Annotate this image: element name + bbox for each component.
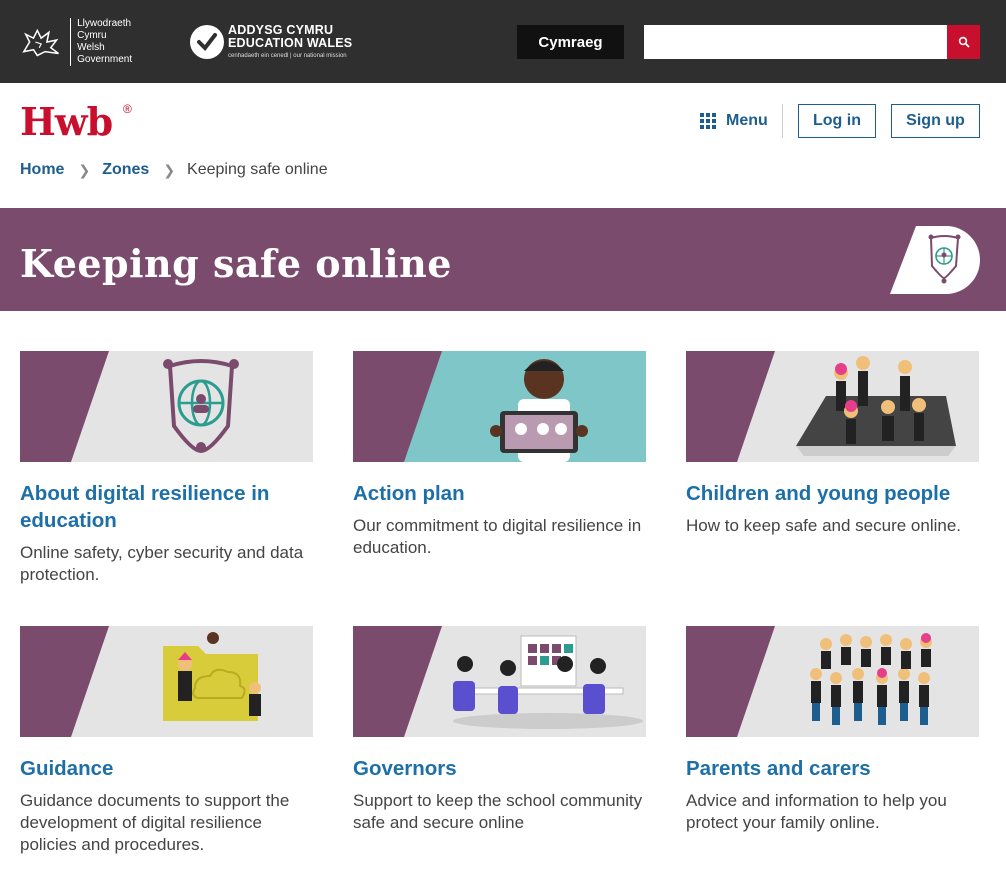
card-description: How to keep safe and secure online.	[686, 516, 962, 535]
wg-line-1: Llywodraeth Cymru	[77, 18, 132, 41]
card-governors[interactable]: Governors Support to keep the school com…	[353, 626, 646, 834]
welsh-government-logo[interactable]: Llywodraeth Cymru Welsh Government	[20, 18, 160, 66]
language-toggle-button[interactable]: Cymraeg	[517, 25, 624, 59]
card-action-plan[interactable]: Action plan Our commitment to digital re…	[353, 351, 646, 559]
search-icon	[958, 36, 970, 48]
grid-icon	[700, 113, 716, 129]
search-input[interactable]	[644, 25, 947, 59]
card-parents-carers[interactable]: Parents and carers Advice and informatio…	[686, 626, 979, 834]
search-button[interactable]	[947, 25, 980, 59]
signup-button[interactable]: Sign up	[891, 104, 980, 138]
dragon-icon	[22, 28, 59, 57]
card-description: Guidance documents to support the develo…	[20, 791, 290, 854]
breadcrumb-zones[interactable]: Zones	[102, 161, 149, 179]
card-description: Online safety, cyber security and data p…	[20, 543, 304, 584]
breadcrumb: Home ❯ Zones ❯ Keeping safe online	[20, 160, 328, 180]
card-image[interactable]	[20, 626, 313, 737]
wg-line-2: Welsh Government	[77, 42, 133, 65]
card-image[interactable]	[686, 351, 979, 462]
chevron-right-icon: ❯	[163, 161, 176, 178]
top-bar: Llywodraeth Cymru Welsh Government ADDYS…	[0, 0, 1006, 83]
checkmark-icon	[190, 25, 224, 59]
education-wales-logo[interactable]: ADDYSG CYMRU EDUCATION WALES cenhadaeth …	[190, 22, 370, 62]
breadcrumb-home[interactable]: Home	[20, 161, 64, 179]
card-image[interactable]	[353, 351, 646, 462]
welsh-government-text: Llywodraeth Cymru Welsh Government	[70, 18, 160, 66]
card-description: Advice and information to help you prote…	[686, 791, 947, 832]
login-button[interactable]: Log in	[798, 104, 876, 138]
card-about-digital-resilience[interactable]: About digital resilience in education On…	[20, 351, 313, 586]
page-title: Keeping safe online	[20, 241, 452, 286]
hwb-logo[interactable]: Hwb	[20, 100, 113, 144]
card-title[interactable]: Guidance	[20, 755, 313, 782]
card-title[interactable]: About digital resilience in education	[20, 480, 313, 534]
card-description: Support to keep the school community saf…	[353, 791, 643, 832]
card-image[interactable]	[686, 626, 979, 737]
card-guidance[interactable]: Guidance Guidance documents to support t…	[20, 626, 313, 856]
registered-mark: ®	[123, 102, 132, 116]
card-children-young-people[interactable]: Children and young people How to keep sa…	[686, 351, 979, 537]
chevron-right-icon: ❯	[78, 161, 91, 178]
menu-button[interactable]: Menu	[700, 104, 768, 138]
card-image[interactable]	[20, 351, 313, 462]
ew-tagline: cenhadaeth ein cenedl | our national mis…	[228, 53, 347, 59]
menu-label: Menu	[726, 112, 768, 129]
card-title[interactable]: Governors	[353, 755, 646, 782]
card-title[interactable]: Action plan	[353, 480, 646, 507]
shield-globe-icon	[890, 226, 980, 294]
card-image[interactable]	[353, 626, 646, 737]
breadcrumb-current: Keeping safe online	[187, 161, 328, 178]
card-title[interactable]: Children and young people	[686, 480, 979, 507]
header-divider	[782, 104, 783, 138]
card-description: Our commitment to digital resilience in …	[353, 516, 642, 557]
card-title[interactable]: Parents and carers	[686, 755, 979, 782]
ew-line-2: EDUCATION WALES	[228, 36, 353, 50]
